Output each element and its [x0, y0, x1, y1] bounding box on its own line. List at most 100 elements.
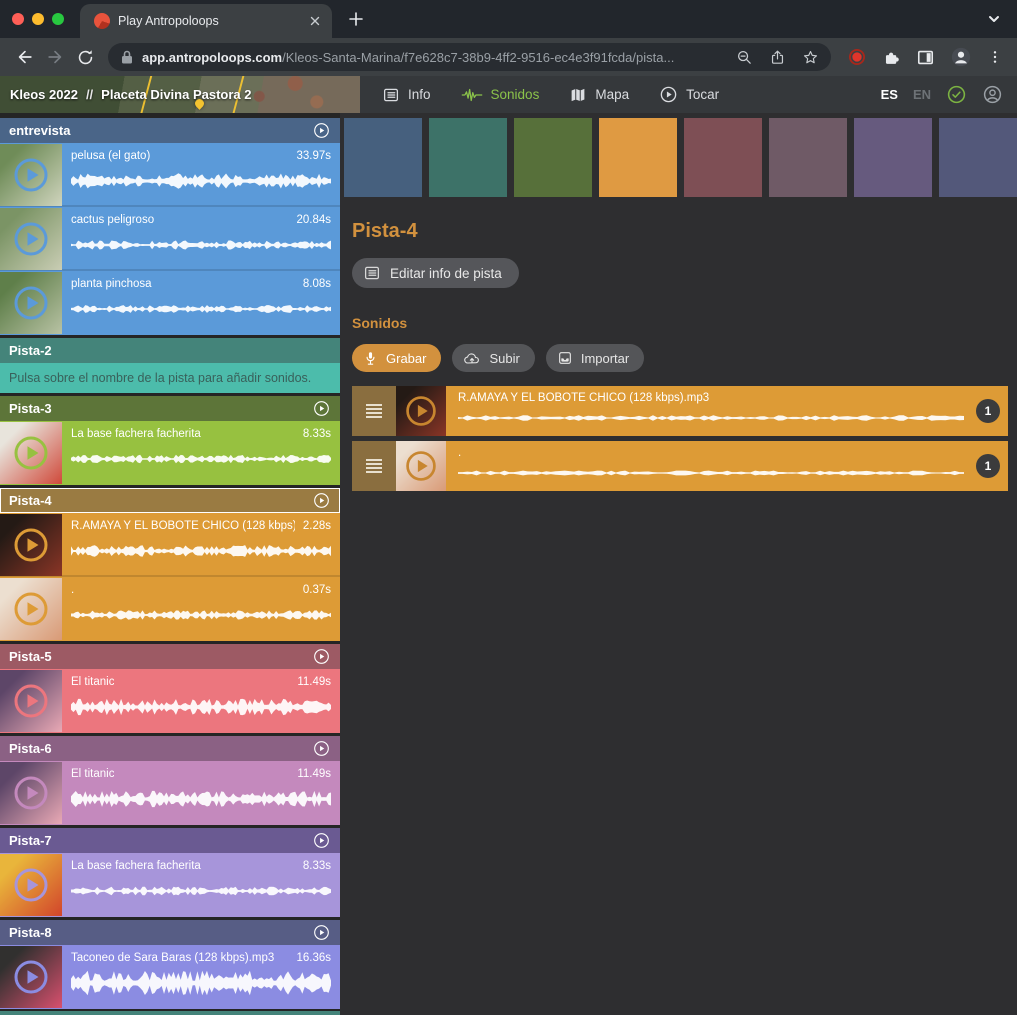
track-color-swatch[interactable] — [854, 118, 932, 197]
track-header[interactable]: Pista-4 — [0, 488, 340, 513]
track-header[interactable]: entrevista — [0, 118, 340, 143]
clip-item[interactable]: El titanic 11.49s — [0, 761, 340, 825]
sound-thumbnail[interactable] — [396, 441, 446, 491]
clip-thumbnail[interactable] — [0, 762, 62, 824]
track-header[interactable]: Pista-2 — [0, 338, 340, 363]
clip-item[interactable]: . 0.37s — [0, 577, 340, 641]
track-header[interactable]: Pista-8 — [0, 920, 340, 945]
clip-thumbnail[interactable] — [0, 854, 62, 916]
sound-play-icon[interactable] — [404, 449, 438, 483]
clip-thumbnail[interactable] — [0, 670, 62, 732]
track-header[interactable]: Pista-5 — [0, 644, 340, 669]
record-indicator-icon[interactable] — [847, 47, 867, 67]
track-header[interactable]: Pista-6 — [0, 736, 340, 761]
extensions-puzzle-icon[interactable] — [882, 48, 901, 67]
clip-play-icon[interactable] — [12, 526, 50, 564]
clip-thumbnail[interactable] — [0, 514, 62, 576]
nav-item-mapa[interactable]: Mapa — [569, 86, 629, 104]
track-color-swatch[interactable] — [684, 118, 762, 197]
drag-handle[interactable] — [352, 386, 396, 436]
bookmark-star-icon[interactable] — [802, 49, 819, 66]
nav-label: Tocar — [686, 87, 719, 102]
nav-item-tocar[interactable]: Tocar — [659, 85, 719, 104]
zoom-out-icon[interactable] — [736, 49, 753, 66]
project-breadcrumb[interactable]: Kleos 2022 // Placeta Divina Pastora 2 — [0, 76, 360, 113]
track-color-swatch[interactable] — [514, 118, 592, 197]
clip-title: . — [71, 583, 74, 597]
clip-play-icon[interactable] — [12, 774, 50, 812]
track-color-swatch[interactable] — [429, 118, 507, 197]
sound-play-icon[interactable] — [404, 394, 438, 428]
clip-duration: 33.97s — [296, 149, 331, 163]
clip-play-icon[interactable] — [12, 866, 50, 904]
clip-play-icon[interactable] — [12, 220, 50, 258]
antropoloops-favicon — [94, 13, 110, 29]
nav-item-sonidos[interactable]: Sonidos — [461, 87, 540, 103]
clip-play-icon[interactable] — [12, 156, 50, 194]
side-panel-icon[interactable] — [916, 48, 935, 67]
sound-row[interactable]: . 1 — [352, 441, 1008, 491]
clip-item[interactable]: La base fachera facherita 8.33s — [0, 421, 340, 485]
tab-list-chevron-icon[interactable] — [987, 12, 1001, 26]
window-minimize-button[interactable] — [32, 13, 44, 25]
clip-item[interactable]: pelusa (el gato) 33.97s — [0, 143, 340, 207]
clip-play-icon[interactable] — [12, 590, 50, 628]
profile-avatar[interactable] — [950, 46, 972, 68]
window-zoom-button[interactable] — [52, 13, 64, 25]
lock-icon[interactable] — [120, 49, 134, 65]
clip-item[interactable]: planta pinchosa 8.08s — [0, 271, 340, 335]
account-circle-icon[interactable] — [982, 84, 1003, 105]
clip-thumbnail[interactable] — [0, 422, 62, 484]
track-play-button[interactable] — [312, 647, 331, 666]
clip-thumbnail[interactable] — [0, 578, 62, 640]
clip-item[interactable]: La base fachera facherita 8.33s — [0, 853, 340, 917]
sound-row[interactable]: R.AMAYA Y EL BOBOTE CHICO (128 kbps).mp3… — [352, 386, 1008, 436]
track-play-button[interactable] — [312, 399, 331, 418]
track-play-button[interactable] — [312, 121, 331, 140]
track-play-button[interactable] — [312, 491, 331, 510]
clip-item[interactable]: Taconeo de Sara Baras (128 kbps).mp3 16.… — [0, 945, 340, 1009]
tab-close-icon[interactable] — [308, 14, 322, 28]
sound-thumbnail[interactable] — [396, 386, 446, 436]
clip-play-icon[interactable] — [12, 434, 50, 472]
forward-icon[interactable] — [40, 47, 70, 67]
new-tab-button[interactable] — [348, 11, 364, 27]
check-circle-icon[interactable] — [946, 84, 967, 105]
refresh-icon[interactable] — [70, 48, 100, 67]
track-color-swatch[interactable] — [344, 118, 422, 197]
share-icon[interactable] — [769, 49, 786, 66]
track-color-swatch[interactable] — [599, 118, 677, 197]
upload-button[interactable]: Subir — [452, 344, 534, 372]
language-es[interactable]: ES — [881, 87, 898, 102]
clip-play-icon[interactable] — [12, 284, 50, 322]
clip-thumbnail[interactable] — [0, 946, 62, 1008]
clip-main: . 0.37s — [62, 577, 340, 641]
clip-thumbnail[interactable] — [0, 208, 62, 270]
clip-item[interactable]: cactus peligroso 20.84s — [0, 207, 340, 271]
browser-tab[interactable]: Play Antropoloops — [80, 4, 332, 38]
window-close-button[interactable] — [12, 13, 24, 25]
drag-handle[interactable] — [352, 441, 396, 491]
language-en[interactable]: EN — [913, 87, 931, 102]
clip-item[interactable]: El titanic 11.49s — [0, 669, 340, 733]
import-button[interactable]: Importar — [546, 344, 644, 372]
track-header[interactable]: Pista-3 — [0, 396, 340, 421]
clip-thumbnail[interactable] — [0, 272, 62, 334]
track-header[interactable]: Pista-7 — [0, 828, 340, 853]
kebab-menu-icon[interactable] — [987, 48, 1003, 66]
track-play-button[interactable] — [312, 923, 331, 942]
clip-item[interactable]: R.AMAYA Y EL BOBOTE CHICO (128 kbps)....… — [0, 513, 340, 577]
clip-play-icon[interactable] — [12, 958, 50, 996]
track-play-button[interactable] — [312, 831, 331, 850]
back-icon[interactable] — [10, 47, 40, 67]
track-color-swatch[interactable] — [939, 118, 1017, 197]
track-play-button[interactable] — [312, 739, 331, 758]
nav-item-info[interactable]: Info — [382, 86, 431, 104]
clip-play-icon[interactable] — [12, 682, 50, 720]
clip-thumbnail[interactable] — [0, 144, 62, 206]
edit-track-info-button[interactable]: Editar info de pista — [352, 258, 519, 288]
url-text[interactable]: app.antropoloops.com/Kleos-Santa-Marina/… — [142, 50, 674, 65]
track-color-swatch[interactable] — [769, 118, 847, 197]
record-button[interactable]: Grabar — [352, 344, 441, 372]
address-bar[interactable]: app.antropoloops.com/Kleos-Santa-Marina/… — [108, 43, 831, 71]
